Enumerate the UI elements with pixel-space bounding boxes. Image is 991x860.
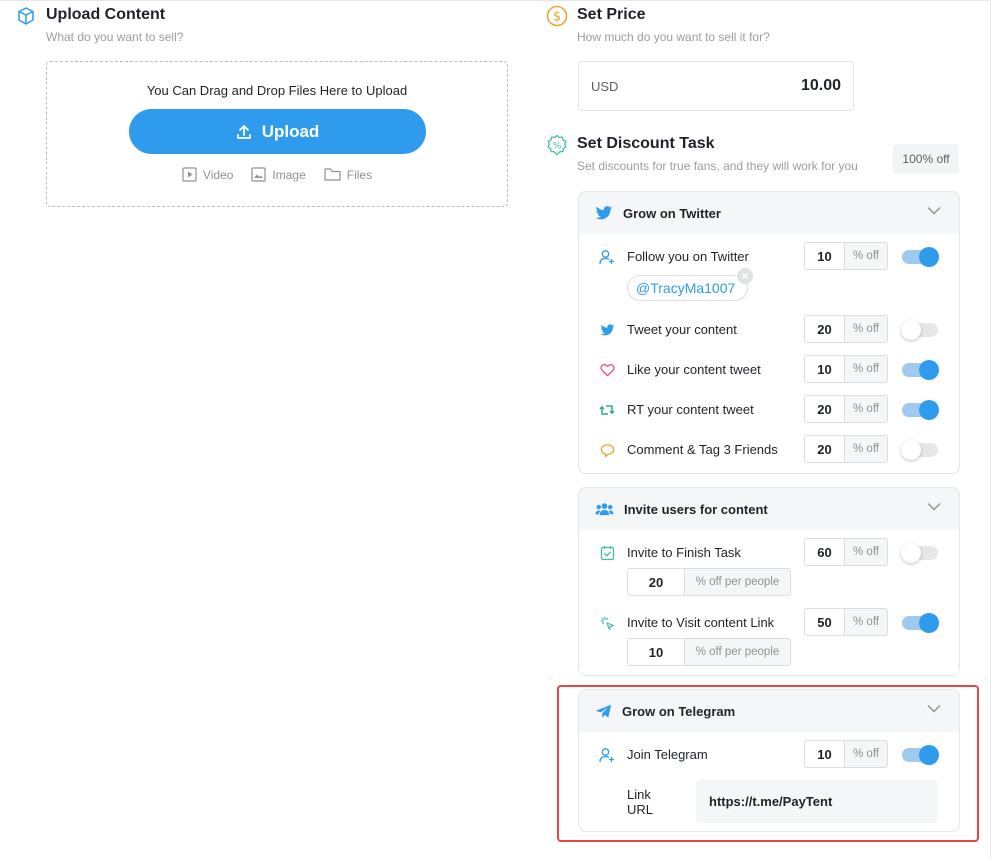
per-people-suffix: % off per people: [685, 638, 791, 666]
discount-title: Set Discount Task: [577, 135, 715, 152]
per-people-input[interactable]: 10: [627, 638, 685, 666]
upload-button[interactable]: Upload: [129, 109, 426, 154]
svg-text:%: %: [553, 142, 562, 152]
task-toggle[interactable]: [901, 320, 938, 340]
twitter-handle: @TracyMa1007: [636, 280, 736, 296]
discount-value-input[interactable]: 10: [804, 355, 845, 383]
discount-value-input[interactable]: 10: [804, 242, 845, 270]
upload-icon: [236, 124, 251, 139]
comment-icon: [599, 442, 615, 458]
link-click-icon: [599, 615, 615, 631]
task-row-comment: Comment & Tag 3 Friends 20 % off: [579, 435, 959, 465]
upload-section-header: Upload Content What do you want to sell?: [15, 5, 183, 45]
svg-text:$: $: [553, 10, 561, 25]
twitter-icon: [599, 322, 615, 338]
discount-icon: %: [546, 134, 568, 156]
discount-suffix: % off: [845, 242, 888, 270]
type-image: Image: [251, 167, 306, 182]
upload-title: Upload Content: [46, 6, 166, 23]
top-divider: [0, 0, 991, 1]
type-video-label: Video: [202, 167, 234, 182]
task-label: Like your content tweet: [627, 362, 761, 377]
type-image-label: Image: [272, 167, 306, 182]
discount-suffix: % off: [845, 355, 888, 383]
task-row-tweet: Tweet your content 20 % off: [579, 315, 959, 345]
users-icon: [595, 503, 614, 516]
task-row-invite-visit: Invite to Visit content Link 50 % off: [579, 608, 959, 638]
per-people-input[interactable]: 20: [627, 568, 685, 596]
currency-label: USD: [591, 78, 619, 94]
price-title: Set Price: [577, 6, 646, 23]
type-files: Files: [324, 167, 372, 182]
discount-suffix: % off: [845, 538, 888, 566]
task-row-retweet: RT your content tweet 20 % off: [579, 395, 959, 425]
task-toggle[interactable]: [902, 613, 939, 633]
image-icon: [251, 167, 266, 182]
file-type-list: Video Image Files: [47, 167, 507, 182]
chevron-down-icon[interactable]: [927, 502, 941, 511]
task-toggle[interactable]: [901, 440, 938, 460]
task-label: Comment & Tag 3 Friends: [627, 442, 778, 457]
task-label: Invite to Visit content Link: [627, 615, 775, 630]
highlight-box: [557, 685, 979, 842]
heart-icon: [599, 362, 615, 378]
folder-icon: [324, 168, 341, 181]
price-input[interactable]: USD 10.00: [578, 61, 854, 111]
task-label: Tweet your content: [627, 322, 737, 337]
discount-suffix: % off: [845, 315, 888, 343]
task-label: Follow you on Twitter: [627, 249, 749, 264]
twitter-card-header[interactable]: Grow on Twitter: [579, 192, 959, 234]
discount-suffix: % off: [845, 435, 888, 463]
invite-card-title: Invite users for content: [624, 501, 768, 517]
box-icon: [15, 5, 37, 27]
total-discount-badge: 100% off: [893, 144, 959, 174]
discount-suffix: % off: [845, 608, 888, 636]
chevron-down-icon[interactable]: [927, 206, 941, 215]
task-toggle[interactable]: [902, 247, 939, 267]
task-label: Invite to Finish Task: [627, 545, 741, 560]
discount-value-input[interactable]: 20: [804, 315, 845, 343]
discount-value-input[interactable]: 60: [804, 538, 845, 566]
task-row-invite-finish: Invite to Finish Task 60 % off: [579, 538, 959, 568]
price-value[interactable]: 10.00: [801, 77, 841, 95]
task-toggle[interactable]: [902, 400, 939, 420]
invite-card: Invite users for content Invite to Finis…: [578, 487, 960, 676]
discount-value-input[interactable]: 20: [804, 395, 845, 423]
task-toggle[interactable]: [902, 360, 939, 380]
dollar-coin-icon: $: [546, 5, 568, 27]
invite-card-header[interactable]: Invite users for content: [579, 488, 959, 530]
retweet-icon: [599, 402, 615, 418]
per-people-suffix: % off per people: [685, 568, 791, 596]
add-user-icon: [599, 249, 615, 265]
discount-value-input[interactable]: 50: [804, 608, 845, 636]
discount-section-header: % Set Discount Task Set discounts for tr…: [546, 134, 858, 174]
discount-suffix: % off: [845, 395, 888, 423]
file-dropzone[interactable]: You Can Drag and Drop Files Here to Uplo…: [46, 61, 508, 207]
close-icon[interactable]: [737, 268, 754, 284]
task-row-like: Like your content tweet 10 % off: [579, 355, 959, 385]
task-check-icon: [599, 545, 615, 561]
task-row-follow: Follow you on Twitter 10 % off: [579, 242, 959, 272]
type-files-label: Files: [346, 167, 373, 182]
twitter-card: Grow on Twitter Follow you on Twitter 10…: [578, 191, 960, 474]
task-label: RT your content tweet: [627, 402, 754, 417]
dropzone-text: You Can Drag and Drop Files Here to Uplo…: [146, 83, 408, 98]
price-section-header: $ Set Price How much do you want to sell…: [546, 5, 770, 45]
twitter-card-title: Grow on Twitter: [623, 205, 721, 221]
upload-button-label: Upload: [261, 121, 320, 141]
discount-value-input[interactable]: 20: [804, 435, 845, 463]
task-toggle[interactable]: [901, 543, 938, 563]
twitter-handle-tag[interactable]: @TracyMa1007: [627, 268, 754, 301]
price-subtitle: How much do you want to sell it for?: [577, 30, 770, 44]
upload-subtitle: What do you want to sell?: [46, 30, 184, 44]
type-video: Video: [182, 167, 233, 182]
video-icon: [182, 167, 197, 182]
discount-subtitle: Set discounts for true fans, and they wi…: [577, 159, 858, 173]
twitter-icon: [595, 205, 613, 219]
